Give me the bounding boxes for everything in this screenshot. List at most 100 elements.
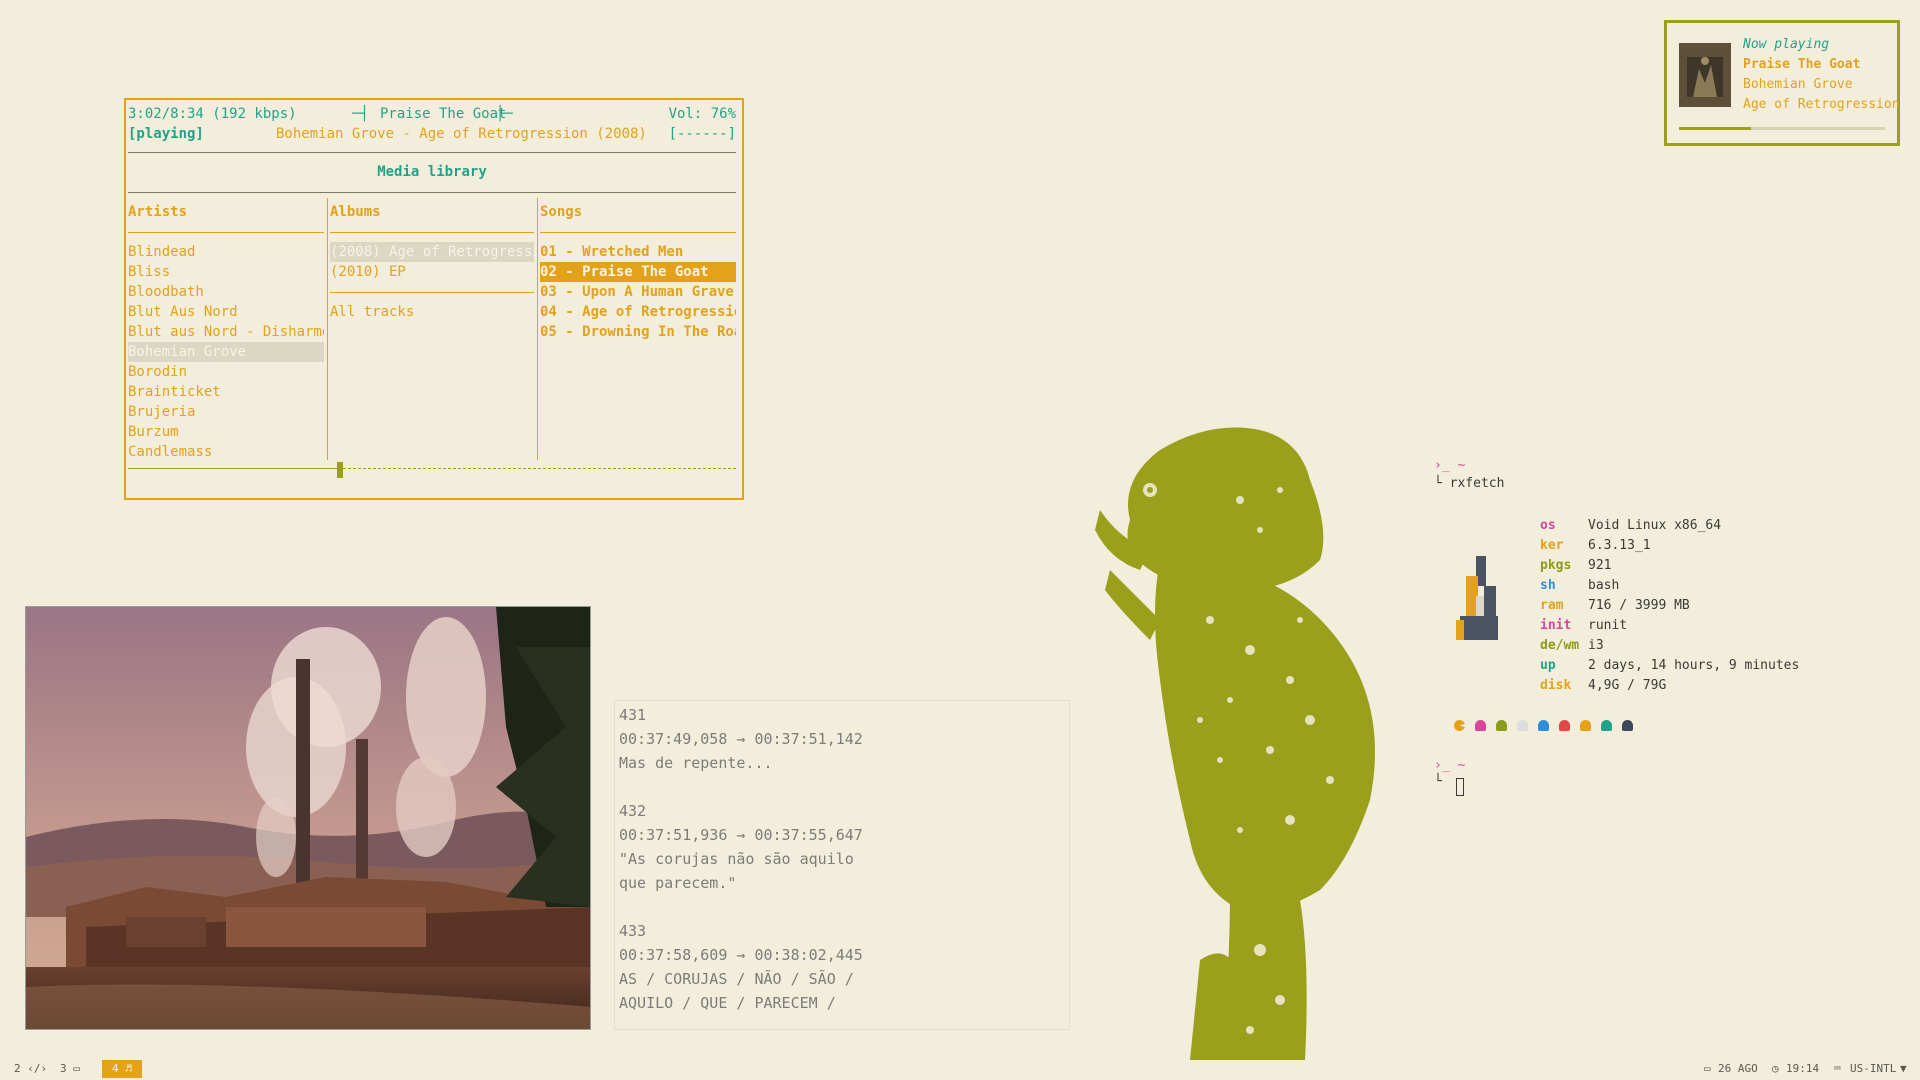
keyboard-layout: US-INTL (1850, 1062, 1897, 1075)
divider (330, 232, 534, 233)
ghost-icon (1475, 720, 1486, 731)
fetch-value-ram: 716 / 3999 MB (1588, 598, 1690, 613)
fetch-value-sh: bash (1588, 578, 1620, 593)
fetch-key-ker: ker (1540, 538, 1564, 553)
clock-icon: ◷ (1772, 1062, 1779, 1075)
now-playing-progress-fill (1679, 127, 1751, 130)
now-playing-track: Praise The Goat (1743, 57, 1861, 72)
view-title: Media library (377, 164, 487, 180)
title-bracket-left: ─┤ (352, 106, 369, 122)
fetch-key-disk: disk (1540, 678, 1572, 693)
subtitle-line: que parecem." (619, 874, 737, 892)
artist-album: Bohemian Grove - Age of Retrogression (2… (276, 126, 647, 142)
artist-item[interactable]: Candlemass (128, 442, 324, 462)
workspace-3[interactable]: 3 ▭ (50, 1060, 90, 1078)
volume: Vol: 76% (668, 106, 736, 122)
artist-item[interactable]: Burzum (128, 422, 324, 442)
column-separator (327, 198, 328, 460)
now-playing-notification[interactable]: Now playing Praise The Goat Bohemian Gro… (1664, 20, 1900, 146)
pacman-icon (1454, 720, 1465, 731)
ghost-icon (1559, 720, 1570, 731)
now-playing-artist: Bohemian Grove (1743, 77, 1853, 92)
shell-prompt: ›_ ~ (1434, 458, 1466, 473)
fetch-key-dewm: de/wm (1540, 638, 1580, 653)
keyboard-icon: ⌨ (1834, 1062, 1841, 1075)
column-header-songs: Songs (540, 204, 583, 220)
playback-flags: [------] (668, 126, 736, 142)
subtitle-line: AQUILO / QUE / PARECEM / (619, 994, 836, 1012)
status-line-2: [playing] Bohemian Grove - Age of Retrog… (128, 124, 736, 144)
subtitle-index: 431 (619, 706, 647, 724)
ghost-icon (1580, 720, 1591, 731)
ghost-icon (1517, 720, 1528, 731)
fetch-key-up: up (1540, 658, 1556, 673)
ghost-icon (1601, 720, 1612, 731)
shell-command: └ rxfetch (1434, 476, 1505, 491)
song-item[interactable]: 05 - Drowning In The Roar Of (540, 322, 736, 342)
subtitle-index: 432 (619, 802, 647, 820)
divider (330, 292, 534, 293)
subtitle-timestamp: 00:37:49,058 → 00:37:51,142 (619, 730, 863, 748)
fetch-key-ram: ram (1540, 598, 1564, 613)
column-separator (537, 198, 538, 460)
terminal-rxfetch[interactable]: ›_ ~ └ rxfetch os Void Linux x86_64 ker … (1430, 456, 1910, 796)
column-header-albums: Albums (330, 204, 381, 220)
fetch-value-dewm: i3 (1588, 638, 1604, 653)
artist-item[interactable]: Blindead (128, 242, 324, 262)
divider (540, 232, 736, 233)
artist-item[interactable]: Brainticket (128, 382, 324, 402)
fetch-key-init: init (1540, 618, 1572, 633)
song-item[interactable]: 03 - Upon A Human Grave (540, 282, 736, 302)
ghost-icon (1496, 720, 1507, 731)
workspace-4-active[interactable]: 4 ♬ (102, 1060, 142, 1078)
playback-time: 3:02/8:34 (192 kbps) (128, 106, 297, 122)
subtitle-timestamp: 00:37:51,936 → 00:37:55,647 (619, 826, 863, 844)
song-item-playing[interactable]: 02 - Praise The Goat (540, 262, 736, 282)
artist-item-selected[interactable]: Bohemian Grove (128, 342, 324, 362)
all-tracks-item[interactable]: All tracks (330, 302, 534, 322)
fetch-value-up: 2 days, 14 hours, 9 minutes (1588, 658, 1800, 673)
subtitle-index: 433 (619, 922, 647, 940)
status-line-1: 3:02/8:34 (192 kbps) ─┤ Praise The Goat … (128, 104, 736, 124)
terminal-cursor[interactable] (1456, 778, 1464, 796)
divider (128, 192, 736, 193)
album-item-selected[interactable]: (2008) Age of Retrogression (330, 242, 534, 262)
artist-item[interactable]: Borodin (128, 362, 324, 382)
album-art (1679, 43, 1731, 107)
seek-handle[interactable] (337, 462, 343, 478)
title-bracket-right: ├─ (496, 106, 513, 122)
ghost-icon (1538, 720, 1549, 731)
artist-item[interactable]: Bliss (128, 262, 324, 282)
cmus-window[interactable]: 3:02/8:34 (192 kbps) ─┤ Praise The Goat … (124, 98, 744, 500)
distro-logo-icon (1456, 556, 1500, 640)
fetch-key-os: os (1540, 518, 1556, 533)
subtitle-line: "As corujas não são aquilo (619, 850, 854, 868)
column-header-artists: Artists (128, 204, 188, 220)
fetch-key-sh: sh (1540, 578, 1556, 593)
owl-wallpaper (1090, 420, 1410, 1060)
time: 19:14 (1786, 1062, 1820, 1075)
now-playing-album: Age of Retrogression (1743, 97, 1900, 112)
album-item[interactable]: (2010) EP (330, 262, 534, 282)
wifi-icon: ▼ (1900, 1062, 1907, 1075)
subtitle-viewer[interactable]: 431 00:37:49,058 → 00:37:51,142 Mas de r… (614, 700, 1070, 1030)
fetch-key-pkgs: pkgs (1540, 558, 1572, 573)
song-item[interactable]: 01 - Wretched Men (540, 242, 736, 262)
seek-fill (128, 468, 341, 469)
song-item[interactable]: 04 - Age of Retrogression (540, 302, 736, 322)
artist-item[interactable]: Blut aus Nord - Disharmonium (128, 322, 324, 342)
factory-photo (25, 606, 591, 1030)
fetch-value-os: Void Linux x86_64 (1588, 518, 1722, 533)
artist-item[interactable]: Blut Aus Nord (128, 302, 324, 322)
subtitle-line: Mas de repente... (619, 754, 773, 772)
subtitle-line: AS / CORUJAS / NÃO / SÃO / (619, 970, 854, 988)
artist-item[interactable]: Brujeria (128, 402, 324, 422)
ghost-icon (1622, 720, 1633, 731)
fetch-value-pkgs: 921 (1588, 558, 1612, 573)
shell-prompt-line: └ (1434, 774, 1442, 789)
divider (128, 232, 324, 233)
fetch-value-disk: 4,9G / 79G (1588, 678, 1667, 693)
date: 26 AGO (1718, 1062, 1758, 1075)
fetch-value-init: runit (1588, 618, 1628, 633)
artist-item[interactable]: Bloodbath (128, 282, 324, 302)
